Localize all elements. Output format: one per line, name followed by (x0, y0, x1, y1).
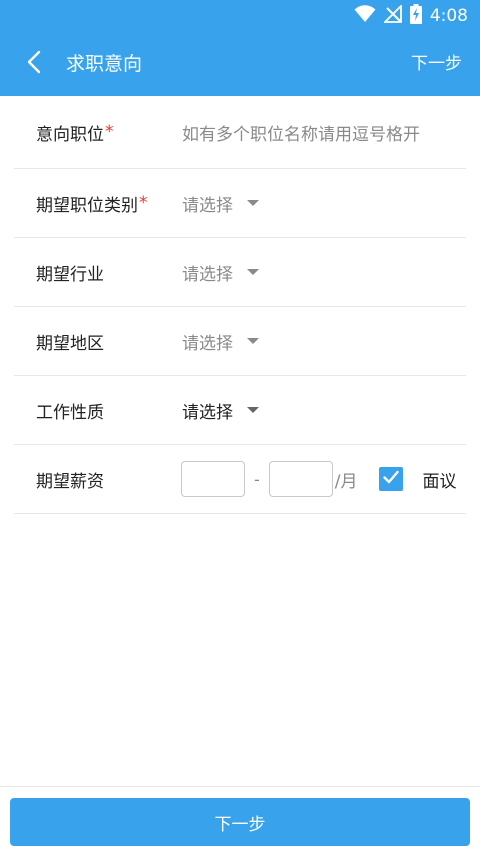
category-label: 期望职位类别 * (36, 169, 148, 237)
category-select-value: 请选择 (182, 195, 233, 216)
position-input[interactable]: 如有多个职位名称请用逗号格开 (182, 96, 420, 168)
industry-row: 期望行业 请选择 (14, 238, 466, 307)
check-icon (382, 468, 400, 490)
salary-separator: - (254, 469, 260, 489)
region-select[interactable]: 请选择 (182, 307, 259, 375)
chevron-left-icon (27, 50, 41, 78)
wifi-icon (354, 5, 376, 27)
negotiable-label: 面议 (422, 471, 457, 492)
battery-charging-icon (409, 4, 422, 28)
position-row: 意向职位 * 如有多个职位名称请用逗号格开 (14, 96, 466, 169)
page-title: 求职意向 (66, 53, 143, 75)
position-label: 意向职位 * (36, 96, 114, 168)
bottom-bar: 下一步 (0, 786, 480, 854)
job-type-label: 工作性质 (36, 402, 104, 423)
category-label-text: 期望职位类别 (36, 195, 138, 216)
negotiable-checkbox[interactable] (378, 467, 403, 491)
industry-label: 期望行业 (36, 264, 104, 285)
job-type-select[interactable]: 请选择 (182, 376, 259, 444)
back-button[interactable] (14, 44, 54, 84)
salary-max-input[interactable] (268, 461, 333, 497)
job-intention-form: 意向职位 * 如有多个职位名称请用逗号格开 期望职位类别 * 请选择 期望行业 请选… (0, 96, 480, 514)
dropdown-caret-icon (247, 269, 259, 275)
position-placeholder: 如有多个职位名称请用逗号格开 (182, 124, 420, 145)
status-time: 4:08 (429, 6, 468, 26)
industry-select-value: 请选择 (182, 264, 233, 285)
position-label-text: 意向职位 (36, 124, 104, 145)
region-row: 期望地区 请选择 (14, 307, 466, 376)
salary-range: - /月 面议 (181, 445, 457, 513)
salary-label: 期望薪资 (36, 471, 104, 492)
job-type-row: 工作性质 请选择 (14, 376, 466, 445)
required-mark: * (139, 193, 148, 213)
next-step-button[interactable]: 下一步 (10, 798, 470, 846)
category-select[interactable]: 请选择 (182, 169, 259, 237)
category-row: 期望职位类别 * 请选择 (14, 169, 466, 238)
status-icons: 4:08 (354, 0, 468, 32)
salary-min-input[interactable] (181, 461, 245, 497)
next-step-header-button[interactable]: 下一步 (411, 32, 462, 96)
dropdown-caret-icon (247, 407, 259, 413)
industry-select[interactable]: 请选择 (182, 238, 259, 306)
no-signal-icon (382, 3, 402, 27)
job-type-select-value: 请选择 (182, 402, 233, 423)
region-select-value: 请选择 (182, 333, 233, 354)
app-bar: 求职意向 下一步 (0, 32, 480, 96)
salary-row: 期望薪资 - /月 面议 (14, 445, 466, 514)
dropdown-caret-icon (247, 200, 259, 206)
required-mark: * (105, 122, 114, 142)
region-label: 期望地区 (36, 333, 104, 354)
dropdown-caret-icon (247, 338, 259, 344)
status-bar: 4:08 (0, 0, 480, 32)
salary-unit: /月 (334, 471, 358, 492)
